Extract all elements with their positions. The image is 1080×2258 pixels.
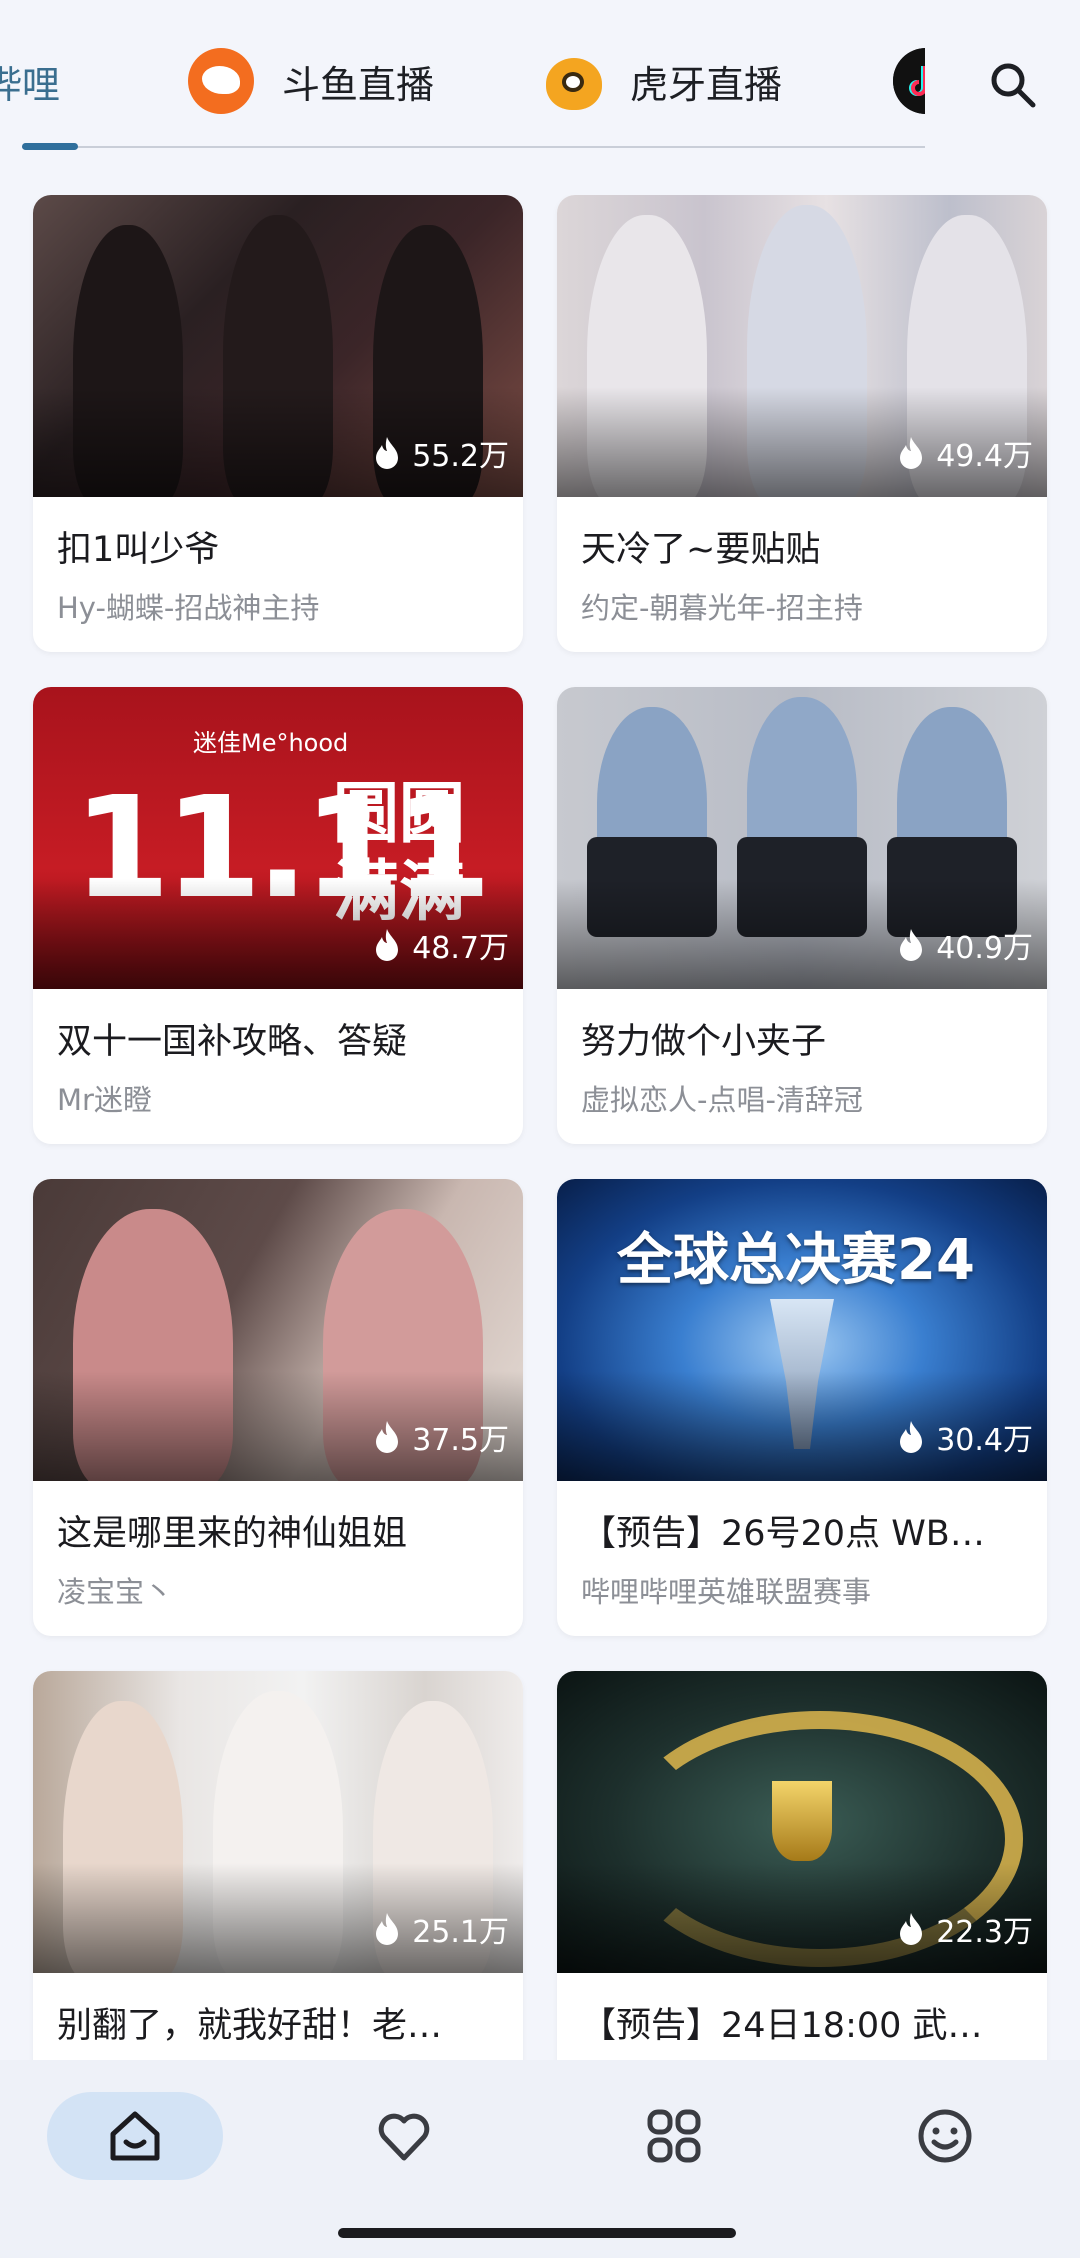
- viewer-count-text: 37.5万: [412, 1423, 509, 1458]
- stream-title: 这是哪里来的神仙姐姐: [57, 1514, 408, 1554]
- stream-card[interactable]: 37.5万 这是哪里来的神仙姐姐 凌宝宝丶: [33, 1179, 523, 1636]
- trophy-icon: [770, 1299, 834, 1449]
- stream-card[interactable]: 22.3万 【预告】24日18:00 武…: [557, 1671, 1047, 2060]
- stream-thumbnail: 迷佳Me°hood 11.11 圆圆 满满 48.7万: [33, 687, 523, 989]
- tab-douyin[interactable]: [893, 40, 925, 122]
- viewer-count-text: 40.9万: [936, 931, 1033, 966]
- tab-huya[interactable]: 虎牙直播: [546, 40, 782, 122]
- stream-card[interactable]: 49.4万 天冷了~要贴贴 约定-朝暮光年-招主持: [557, 195, 1047, 652]
- tab-label: 斗鱼直播: [282, 62, 435, 107]
- promo-slogan-line: 圆圆: [333, 775, 465, 852]
- viewer-count: 30.4万: [898, 1415, 1033, 1459]
- viewer-count: 25.1万: [374, 1907, 509, 1951]
- nav-apps[interactable]: [586, 2092, 762, 2180]
- apps-icon: [647, 2109, 701, 2163]
- viewer-count-text: 25.1万: [412, 1915, 509, 1950]
- streamer-name: 凌宝宝丶: [57, 1575, 174, 1609]
- viewer-count: 37.5万: [374, 1415, 509, 1459]
- stream-title: 别翻了，就我好甜！老…: [57, 2006, 443, 2046]
- fire-icon: [900, 929, 923, 961]
- douyin-logo-icon: [893, 48, 925, 114]
- fire-icon: [376, 1913, 399, 1945]
- top-bar: 哔哩 斗鱼直播 虎牙直播: [0, 0, 1080, 160]
- stream-thumbnail: 40.9万: [557, 687, 1047, 989]
- tab-label: 虎牙直播: [630, 62, 783, 107]
- viewer-count-text: 22.3万: [936, 1915, 1033, 1950]
- tab-underline-track: [22, 146, 925, 148]
- viewer-count: 49.4万: [898, 431, 1033, 475]
- streamer-name: 哔哩哔哩英雄联盟赛事: [581, 1575, 872, 1609]
- tab-bilibili[interactable]: 哔哩: [0, 40, 60, 122]
- tab-active-indicator: [22, 143, 78, 150]
- stream-title: 天冷了~要贴贴: [581, 530, 821, 570]
- viewer-count: 55.2万: [374, 431, 509, 475]
- nav-home[interactable]: [47, 2092, 223, 2180]
- viewer-count: 22.3万: [898, 1907, 1033, 1951]
- stream-title: 努力做个小夹子: [581, 1022, 827, 1062]
- douyu-logo-icon: [188, 48, 254, 114]
- stream-card[interactable]: 迷佳Me°hood 11.11 圆圆 满满 48.7万 双十一国补攻略、答疑 M…: [33, 687, 523, 1144]
- stream-title: 【预告】24日18:00 武…: [581, 2006, 983, 2046]
- stream-thumbnail: 37.5万: [33, 1179, 523, 1481]
- stream-card[interactable]: 55.2万 扣1叫少爷 Hy-蝴蝶-招战神主持: [33, 195, 523, 652]
- stream-thumbnail: 55.2万: [33, 195, 523, 497]
- fire-icon: [900, 1421, 923, 1453]
- stream-title: 【预告】26号20点 WB…: [581, 1514, 985, 1554]
- smiley-icon: [918, 2109, 972, 2163]
- streamer-name: 约定-朝暮光年-招主持: [581, 591, 863, 625]
- fire-icon: [900, 1913, 923, 1945]
- tab-label: 哔哩: [0, 62, 61, 107]
- streamer-name: Mr迷瞪: [57, 1083, 152, 1117]
- tab-douyu[interactable]: 斗鱼直播: [188, 40, 434, 122]
- huya-logo-icon: [546, 58, 602, 110]
- viewer-count-text: 49.4万: [936, 439, 1033, 474]
- trophy-icon: [772, 1781, 832, 1861]
- fire-icon: [900, 437, 923, 469]
- stream-card[interactable]: 40.9万 努力做个小夹子 虚拟恋人-点唱-清辞冠: [557, 687, 1047, 1144]
- promo-slogan: 圆圆 满满: [333, 775, 465, 931]
- viewer-count: 48.7万: [374, 923, 509, 967]
- home-indicator[interactable]: [338, 2228, 736, 2238]
- heart-icon: [378, 2113, 430, 2161]
- viewer-count: 40.9万: [898, 923, 1033, 967]
- search-icon: [991, 63, 1036, 108]
- stream-thumbnail: 22.3万: [557, 1671, 1047, 1973]
- viewer-count-text: 48.7万: [412, 931, 509, 966]
- search-button[interactable]: [980, 52, 1046, 118]
- viewer-count-text: 30.4万: [936, 1423, 1033, 1458]
- promo-brand-text: 迷佳Me°hood: [193, 729, 349, 757]
- streamer-name: Hy-蝴蝶-招战神主持: [57, 591, 320, 625]
- fire-icon: [376, 929, 399, 961]
- nav-favorites[interactable]: [316, 2092, 492, 2180]
- nav-profile[interactable]: [857, 2092, 1033, 2180]
- viewer-count-text: 55.2万: [412, 439, 509, 474]
- stream-thumbnail: 25.1万: [33, 1671, 523, 1973]
- stream-grid: 55.2万 扣1叫少爷 Hy-蝴蝶-招战神主持 49.4万 天冷了~要贴贴 约定…: [0, 195, 1080, 2060]
- stream-title: 扣1叫少爷: [57, 530, 220, 570]
- platform-tabs: 哔哩 斗鱼直播 虎牙直播: [0, 0, 925, 160]
- fire-icon: [376, 437, 399, 469]
- stream-title: 双十一国补攻略、答疑: [57, 1022, 408, 1062]
- home-icon: [110, 2111, 160, 2161]
- stream-thumbnail: 全球总决赛24 30.4万: [557, 1179, 1047, 1481]
- stream-card[interactable]: 全球总决赛24 30.4万 【预告】26号20点 WB… 哔哩哔哩英雄联盟赛事: [557, 1179, 1047, 1636]
- stream-card[interactable]: 25.1万 别翻了，就我好甜！老…: [33, 1671, 523, 2060]
- promo-slogan-line: 满满: [333, 853, 465, 930]
- stream-thumbnail: 49.4万: [557, 195, 1047, 497]
- streamer-name: 虚拟恋人-点唱-清辞冠: [581, 1083, 863, 1117]
- event-banner-text: 全球总决赛24: [617, 1228, 975, 1293]
- fire-icon: [376, 1421, 399, 1453]
